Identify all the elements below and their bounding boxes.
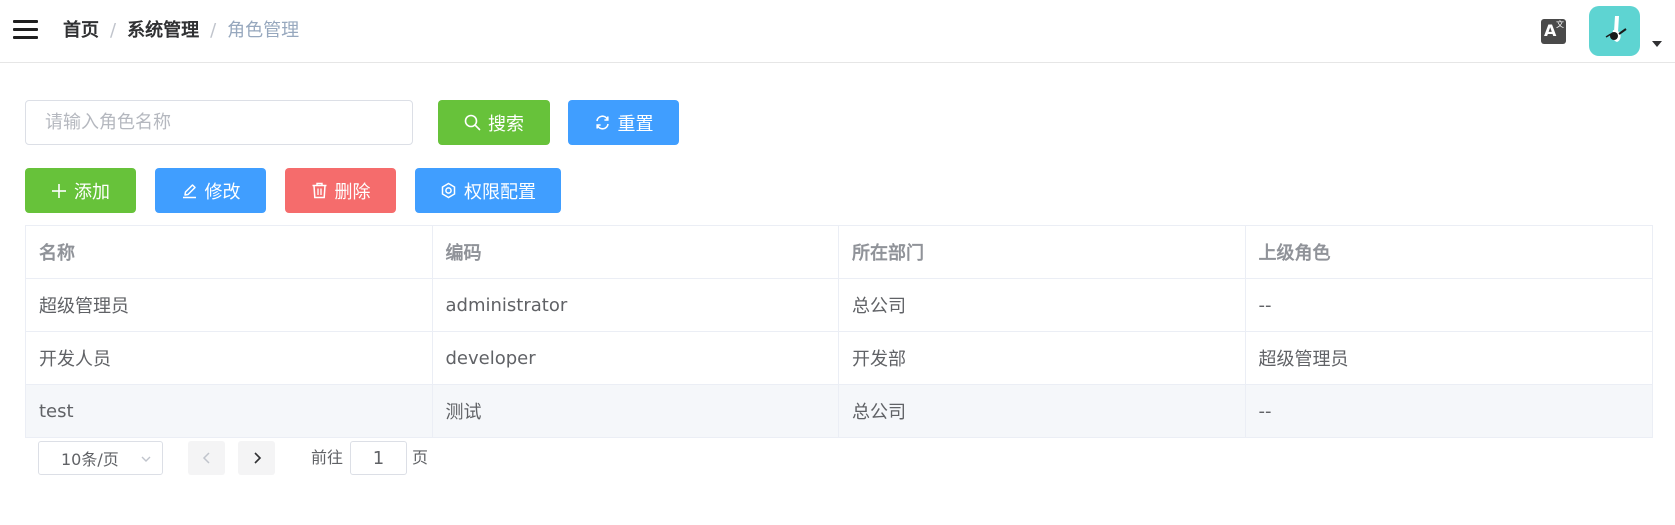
role-name-search-input[interactable] <box>25 100 413 145</box>
avatar-dropdown-caret-icon[interactable] <box>1652 41 1662 47</box>
chevron-down-icon <box>141 456 151 462</box>
table-cell: -- <box>1258 294 1272 316</box>
permission-config-button[interactable]: 权限配置 <box>415 168 561 213</box>
goto-label: 前往 <box>311 448 344 467</box>
reset-button[interactable]: 重置 <box>568 100 679 145</box>
table-header-row: 名称 编码 所在部门 上级角色 <box>26 226 1652 279</box>
goto-suffix-label: 页 <box>412 448 429 467</box>
breadcrumb-section[interactable]: 系统管理 <box>127 20 199 41</box>
add-button[interactable]: 添加 <box>25 168 136 213</box>
breadcrumb-separator: / <box>110 20 117 41</box>
search-icon <box>464 114 481 131</box>
edit-icon <box>182 184 196 199</box>
role-table: 名称 编码 所在部门 上级角色 超级管理员 administrator 总公司 … <box>25 225 1653 438</box>
table-cell: 测试 <box>433 385 839 437</box>
delete-button-label: 删除 <box>334 181 371 203</box>
delete-button[interactable]: 删除 <box>285 168 396 213</box>
goto-page-input[interactable]: 1 <box>350 441 407 475</box>
column-header-department: 所在部门 <box>839 226 1246 278</box>
page-size-select[interactable]: 10条/页 <box>38 441 163 475</box>
table-cell: 总公司 <box>839 385 1246 437</box>
next-page-button[interactable] <box>238 441 275 475</box>
table-row[interactable]: test 测试 总公司 -- <box>26 385 1652 438</box>
chevron-left-icon <box>202 452 210 464</box>
table-cell: 开发部 <box>839 332 1246 384</box>
goto-page-value: 1 <box>372 447 385 469</box>
refresh-icon <box>595 115 609 130</box>
breadcrumb: 首页 / 系统管理 / 角色管理 <box>63 18 299 44</box>
table-cell: -- <box>1258 400 1272 422</box>
breadcrumb-separator: / <box>210 20 217 41</box>
table-cell: developer <box>433 332 839 384</box>
table-cell: test <box>26 385 433 437</box>
table-row[interactable]: 超级管理员 administrator 总公司 -- <box>26 279 1652 332</box>
trash-icon <box>312 182 326 199</box>
search-button[interactable]: 搜索 <box>438 100 550 145</box>
chevron-right-icon <box>253 452 261 464</box>
permission-config-button-label: 权限配置 <box>464 181 536 203</box>
breadcrumb-home[interactable]: 首页 <box>63 20 99 41</box>
table-cell: 开发人员 <box>26 332 433 384</box>
edit-button[interactable]: 修改 <box>155 168 266 213</box>
prev-page-button[interactable] <box>188 441 225 475</box>
table-cell: 超级管理员 <box>1258 349 1349 370</box>
column-header-parent-role: 上级角色 <box>1258 243 1331 264</box>
search-button-label: 搜索 <box>488 113 524 135</box>
table-cell: administrator <box>433 279 839 331</box>
table-row[interactable]: 开发人员 developer 开发部 超级管理员 <box>26 332 1652 385</box>
add-button-label: 添加 <box>74 181 110 203</box>
breadcrumb-current: 角色管理 <box>227 20 300 41</box>
avatar[interactable] <box>1589 6 1640 56</box>
column-header-name: 名称 <box>26 226 433 278</box>
edit-button-label: 修改 <box>204 181 241 203</box>
plus-icon <box>52 183 66 198</box>
table-cell: 超级管理员 <box>26 279 433 331</box>
page-size-value: 10条/页 <box>61 450 119 469</box>
column-header-code: 编码 <box>433 226 839 278</box>
top-navbar: 首页 / 系统管理 / 角色管理 A文 <box>0 0 1675 63</box>
avatar-image <box>1605 16 1627 42</box>
hamburger-menu-icon[interactable] <box>13 19 38 41</box>
translate-icon[interactable]: A文 <box>1541 19 1566 44</box>
table-cell: 总公司 <box>839 279 1246 331</box>
reset-button-label: 重置 <box>617 113 654 135</box>
setting-icon <box>441 182 456 199</box>
